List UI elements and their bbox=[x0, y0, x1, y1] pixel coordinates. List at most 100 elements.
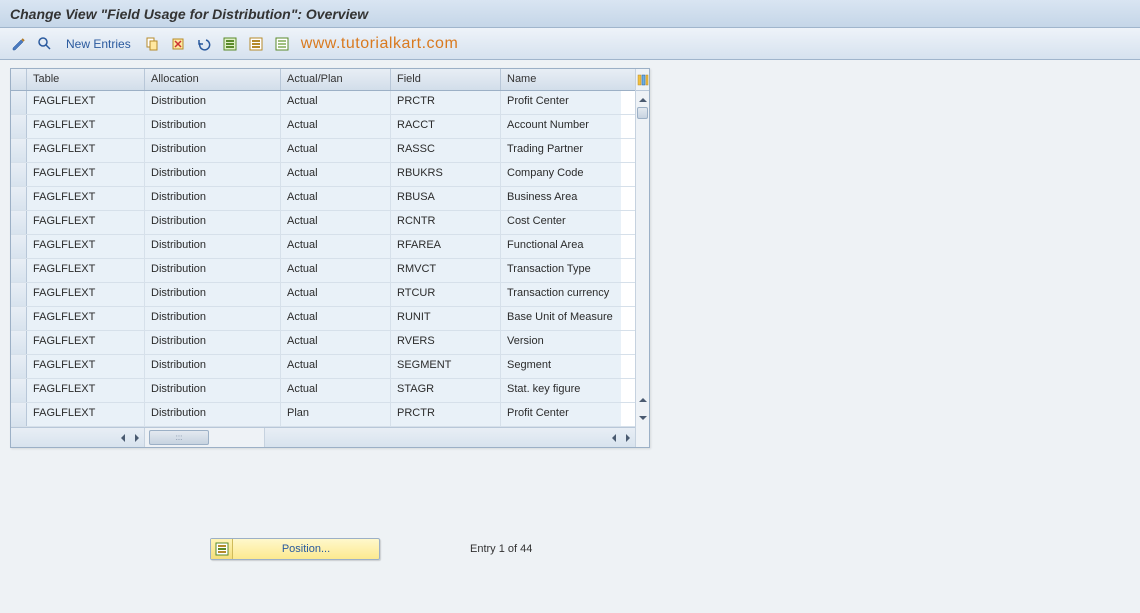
cell-actual-plan[interactable]: Actual bbox=[281, 355, 391, 378]
table-row[interactable]: FAGLFLEXTDistributionActualRFAREAFunctio… bbox=[11, 235, 635, 259]
table-row[interactable]: FAGLFLEXTDistributionActualRMVCTTransact… bbox=[11, 259, 635, 283]
cell-name[interactable]: Account Number bbox=[501, 115, 621, 138]
cell-table[interactable]: FAGLFLEXT bbox=[27, 355, 145, 378]
cell-field[interactable]: STAGR bbox=[391, 379, 501, 402]
cell-actual-plan[interactable]: Actual bbox=[281, 379, 391, 402]
row-selector[interactable] bbox=[11, 211, 27, 234]
table-row[interactable]: FAGLFLEXTDistributionActualSTAGRStat. ke… bbox=[11, 379, 635, 403]
row-selector[interactable] bbox=[11, 163, 27, 186]
cell-field[interactable]: RBUSA bbox=[391, 187, 501, 210]
undo-icon[interactable] bbox=[193, 33, 215, 55]
cell-allocation[interactable]: Distribution bbox=[145, 91, 281, 114]
cell-name[interactable]: Profit Center bbox=[501, 91, 621, 114]
cell-actual-plan[interactable]: Actual bbox=[281, 139, 391, 162]
find-icon[interactable] bbox=[34, 33, 56, 55]
table-row[interactable]: FAGLFLEXTDistributionPlanPRCTRProfit Cen… bbox=[11, 403, 635, 427]
cell-field[interactable]: RVERS bbox=[391, 331, 501, 354]
scroll-page-up-icon[interactable] bbox=[636, 391, 649, 409]
cell-actual-plan[interactable]: Plan bbox=[281, 403, 391, 426]
select-all-icon[interactable] bbox=[219, 33, 241, 55]
cell-name[interactable]: Cost Center bbox=[501, 211, 621, 234]
cell-actual-plan[interactable]: Actual bbox=[281, 115, 391, 138]
cell-field[interactable]: RASSC bbox=[391, 139, 501, 162]
cell-name[interactable]: Company Code bbox=[501, 163, 621, 186]
cell-field[interactable]: RBUKRS bbox=[391, 163, 501, 186]
row-selector[interactable] bbox=[11, 259, 27, 282]
cell-actual-plan[interactable]: Actual bbox=[281, 283, 391, 306]
cell-table[interactable]: FAGLFLEXT bbox=[27, 163, 145, 186]
cell-field[interactable]: RTCUR bbox=[391, 283, 501, 306]
toggle-display-change-icon[interactable] bbox=[8, 33, 30, 55]
cell-actual-plan[interactable]: Actual bbox=[281, 187, 391, 210]
cell-actual-plan[interactable]: Actual bbox=[281, 259, 391, 282]
cell-name[interactable]: Transaction currency bbox=[501, 283, 621, 306]
cell-allocation[interactable]: Distribution bbox=[145, 307, 281, 330]
cell-name[interactable]: Profit Center bbox=[501, 403, 621, 426]
cell-allocation[interactable]: Distribution bbox=[145, 235, 281, 258]
cell-table[interactable]: FAGLFLEXT bbox=[27, 235, 145, 258]
table-row[interactable]: FAGLFLEXTDistributionActualRCNTRCost Cen… bbox=[11, 211, 635, 235]
cell-field[interactable]: RUNIT bbox=[391, 307, 501, 330]
cell-field[interactable]: PRCTR bbox=[391, 403, 501, 426]
table-row[interactable]: FAGLFLEXTDistributionActualRACCTAccount … bbox=[11, 115, 635, 139]
row-selector[interactable] bbox=[11, 115, 27, 138]
vertical-scrollbar[interactable] bbox=[635, 69, 649, 447]
cell-allocation[interactable]: Distribution bbox=[145, 403, 281, 426]
header-table[interactable]: Table bbox=[27, 69, 145, 90]
hscroll-right2-icon[interactable] bbox=[621, 434, 635, 442]
cell-allocation[interactable]: Distribution bbox=[145, 379, 281, 402]
cell-name[interactable]: Business Area bbox=[501, 187, 621, 210]
cell-table[interactable]: FAGLFLEXT bbox=[27, 379, 145, 402]
row-selector[interactable] bbox=[11, 355, 27, 378]
new-entries-button[interactable]: New Entries bbox=[60, 37, 137, 51]
cell-actual-plan[interactable]: Actual bbox=[281, 331, 391, 354]
table-row[interactable]: FAGLFLEXTDistributionActualRTCURTransact… bbox=[11, 283, 635, 307]
cell-table[interactable]: FAGLFLEXT bbox=[27, 139, 145, 162]
header-selector[interactable] bbox=[11, 69, 27, 90]
hscroll-thumb[interactable]: ::: bbox=[149, 430, 209, 445]
cell-name[interactable]: Stat. key figure bbox=[501, 379, 621, 402]
hscroll-track[interactable]: ::: bbox=[145, 428, 265, 447]
cell-table[interactable]: FAGLFLEXT bbox=[27, 331, 145, 354]
row-selector[interactable] bbox=[11, 307, 27, 330]
header-allocation[interactable]: Allocation bbox=[145, 69, 281, 90]
cell-table[interactable]: FAGLFLEXT bbox=[27, 403, 145, 426]
cell-table[interactable]: FAGLFLEXT bbox=[27, 187, 145, 210]
cell-actual-plan[interactable]: Actual bbox=[281, 91, 391, 114]
cell-field[interactable]: RFAREA bbox=[391, 235, 501, 258]
cell-field[interactable]: SEGMENT bbox=[391, 355, 501, 378]
cell-name[interactable]: Version bbox=[501, 331, 621, 354]
cell-table[interactable]: FAGLFLEXT bbox=[27, 283, 145, 306]
configure-columns-icon[interactable] bbox=[636, 69, 649, 91]
cell-actual-plan[interactable]: Actual bbox=[281, 211, 391, 234]
header-field[interactable]: Field bbox=[391, 69, 501, 90]
table-row[interactable]: FAGLFLEXTDistributionActualRASSCTrading … bbox=[11, 139, 635, 163]
row-selector[interactable] bbox=[11, 379, 27, 402]
cell-table[interactable]: FAGLFLEXT bbox=[27, 91, 145, 114]
cell-allocation[interactable]: Distribution bbox=[145, 259, 281, 282]
table-row[interactable]: FAGLFLEXTDistributionActualRUNITBase Uni… bbox=[11, 307, 635, 331]
cell-name[interactable]: Trading Partner bbox=[501, 139, 621, 162]
row-selector[interactable] bbox=[11, 91, 27, 114]
cell-field[interactable]: RACCT bbox=[391, 115, 501, 138]
table-row[interactable]: FAGLFLEXTDistributionActualPRCTRProfit C… bbox=[11, 91, 635, 115]
scroll-down-icon[interactable] bbox=[636, 409, 649, 427]
position-button[interactable]: Position... bbox=[210, 538, 380, 560]
table-row[interactable]: FAGLFLEXTDistributionActualRVERSVersion bbox=[11, 331, 635, 355]
copy-icon[interactable] bbox=[141, 33, 163, 55]
cell-name[interactable]: Transaction Type bbox=[501, 259, 621, 282]
cell-name[interactable]: Functional Area bbox=[501, 235, 621, 258]
cell-table[interactable]: FAGLFLEXT bbox=[27, 115, 145, 138]
cell-name[interactable]: Base Unit of Measure bbox=[501, 307, 621, 330]
cell-table[interactable]: FAGLFLEXT bbox=[27, 211, 145, 234]
table-row[interactable]: FAGLFLEXTDistributionActualRBUKRSCompany… bbox=[11, 163, 635, 187]
cell-name[interactable]: Segment bbox=[501, 355, 621, 378]
table-row[interactable]: FAGLFLEXTDistributionActualSEGMENTSegmen… bbox=[11, 355, 635, 379]
row-selector[interactable] bbox=[11, 139, 27, 162]
cell-field[interactable]: RMVCT bbox=[391, 259, 501, 282]
cell-actual-plan[interactable]: Actual bbox=[281, 307, 391, 330]
cell-table[interactable]: FAGLFLEXT bbox=[27, 307, 145, 330]
row-selector[interactable] bbox=[11, 235, 27, 258]
vscroll-thumb[interactable] bbox=[637, 107, 648, 119]
cell-allocation[interactable]: Distribution bbox=[145, 283, 281, 306]
